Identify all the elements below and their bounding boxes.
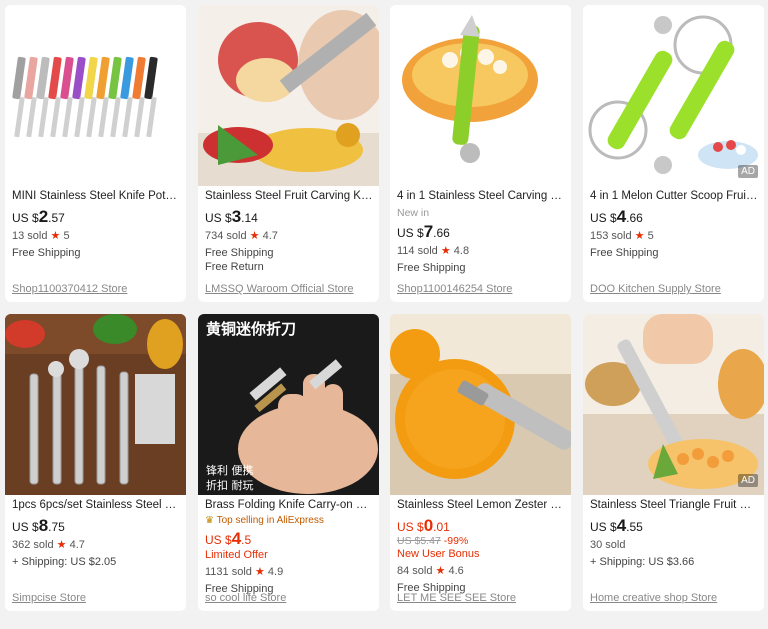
sold-rating: 734 sold ★ 4.7 bbox=[205, 230, 278, 242]
image-caption-top: 黄铜迷你折刀 bbox=[206, 320, 296, 338]
product-image[interactable] bbox=[390, 314, 571, 495]
product-price: US $8.75 bbox=[12, 516, 65, 535]
shipping-info: + Shipping: US $3.66 bbox=[590, 556, 695, 568]
product-image[interactable] bbox=[198, 5, 379, 186]
star-icon: ★ bbox=[440, 245, 451, 257]
star-icon: ★ bbox=[634, 230, 645, 242]
star-icon: ★ bbox=[50, 230, 61, 242]
shipping-info: Free Shipping bbox=[205, 247, 274, 259]
product-card[interactable]: AD Stainless Steel Triangle Fruit Carvi.… bbox=[583, 314, 764, 611]
product-card[interactable]: Stainless Steel Lemon Zester Grate... US… bbox=[390, 314, 571, 611]
star-icon: ★ bbox=[56, 539, 67, 551]
product-title[interactable]: Stainless Steel Lemon Zester Grate... bbox=[397, 498, 565, 512]
ad-badge: AD bbox=[738, 165, 758, 178]
store-link[interactable]: Home creative shop Store bbox=[590, 592, 717, 604]
product-card[interactable]: 4 in 1 Stainless Steel Carving Knife ...… bbox=[390, 5, 571, 302]
product-card[interactable]: 1pcs 6pcs/set Stainless Steel Kitch... U… bbox=[5, 314, 186, 611]
product-image[interactable] bbox=[5, 314, 186, 495]
shipping-info: Free Shipping bbox=[12, 247, 81, 259]
promo-label: Limited Offer bbox=[205, 549, 268, 561]
store-link[interactable]: Shop1100146254 Store bbox=[397, 283, 512, 295]
product-image[interactable]: 黄铜迷你折刀 锋利 便携 折扣 耐玩 bbox=[198, 314, 379, 495]
product-price: US $2.57 bbox=[12, 207, 65, 226]
promo-label: New User Bonus bbox=[397, 548, 480, 560]
product-image[interactable] bbox=[390, 5, 571, 186]
sold-rating: 84 sold ★ 4.6 bbox=[397, 565, 464, 577]
star-icon: ★ bbox=[254, 566, 265, 578]
image-caption-bottom2: 折扣 耐玩 bbox=[206, 478, 254, 492]
shipping-info: Free Shipping bbox=[590, 247, 659, 259]
product-price: US $0.01 bbox=[397, 516, 450, 535]
product-title[interactable]: 4 in 1 Melon Cutter Scoop Fruit Ca... bbox=[590, 189, 758, 203]
sold-rating: 362 sold ★ 4.7 bbox=[12, 539, 85, 551]
product-title[interactable]: Stainless Steel Fruit Carving Knife ... bbox=[205, 189, 373, 203]
product-title[interactable]: 1pcs 6pcs/set Stainless Steel Kitch... bbox=[12, 498, 180, 512]
store-link[interactable]: Simpcise Store bbox=[12, 592, 86, 604]
crown-icon: ♛ bbox=[205, 515, 214, 526]
product-image[interactable]: AD bbox=[583, 314, 764, 495]
product-title[interactable]: Brass Folding Knife Carry-on Unbo... bbox=[205, 498, 373, 512]
product-image[interactable] bbox=[5, 5, 186, 186]
return-info: Free Return bbox=[205, 261, 264, 273]
product-price: US $4.5 bbox=[205, 529, 252, 548]
product-title[interactable]: Stainless Steel Triangle Fruit Carvi... bbox=[590, 498, 758, 512]
product-card[interactable]: 黄铜迷你折刀 锋利 便携 折扣 耐玩 Brass Folding Knife C… bbox=[198, 314, 379, 611]
sold-rating: 153 sold ★ 5 bbox=[590, 230, 654, 242]
product-title[interactable]: MINI Stainless Steel Knife Potato B... bbox=[12, 189, 180, 203]
store-link[interactable]: LMSSQ Waroom Official Store bbox=[205, 283, 354, 295]
store-link[interactable]: DOO Kitchen Supply Store bbox=[590, 283, 721, 295]
sold-rating: 13 sold ★ 5 bbox=[12, 230, 70, 242]
product-price: US $4.66 bbox=[590, 207, 643, 226]
product-price: US $4.55 bbox=[590, 516, 643, 535]
product-card[interactable]: Stainless Steel Fruit Carving Knife ... … bbox=[198, 5, 379, 302]
ad-badge: AD bbox=[738, 474, 758, 487]
product-grid: MINI Stainless Steel Knife Potato B... U… bbox=[0, 0, 768, 629]
star-icon: ★ bbox=[435, 565, 446, 577]
store-link[interactable]: Shop1100370412 Store bbox=[12, 283, 127, 295]
product-price: US $3.14 bbox=[205, 207, 258, 226]
shipping-info: + Shipping: US $2.05 bbox=[12, 556, 117, 568]
original-price: US $5.47 -99% bbox=[397, 535, 469, 547]
sold-count: 30 sold bbox=[590, 539, 626, 551]
sold-rating: 114 sold ★ 4.8 bbox=[397, 245, 470, 257]
shipping-info: Free Shipping bbox=[397, 262, 466, 274]
image-caption-bottom1: 锋利 便携 bbox=[206, 463, 254, 477]
store-link[interactable]: so cool life Store bbox=[205, 592, 286, 604]
star-icon: ★ bbox=[249, 230, 260, 242]
new-in-tag: New in bbox=[397, 207, 430, 219]
top-selling-badge: ♛ Top selling in AliExpress bbox=[205, 515, 324, 526]
product-image[interactable]: AD bbox=[583, 5, 764, 186]
store-link[interactable]: LET ME SEE SEE Store bbox=[397, 592, 516, 604]
sold-rating: 1131 sold ★ 4.9 bbox=[205, 566, 284, 578]
product-title[interactable]: 4 in 1 Stainless Steel Carving Knife ... bbox=[397, 189, 565, 203]
product-card[interactable]: AD 4 in 1 Melon Cutter Scoop Fruit Ca...… bbox=[583, 5, 764, 302]
product-price: US $7.66 bbox=[397, 222, 450, 241]
product-card[interactable]: MINI Stainless Steel Knife Potato B... U… bbox=[5, 5, 186, 302]
